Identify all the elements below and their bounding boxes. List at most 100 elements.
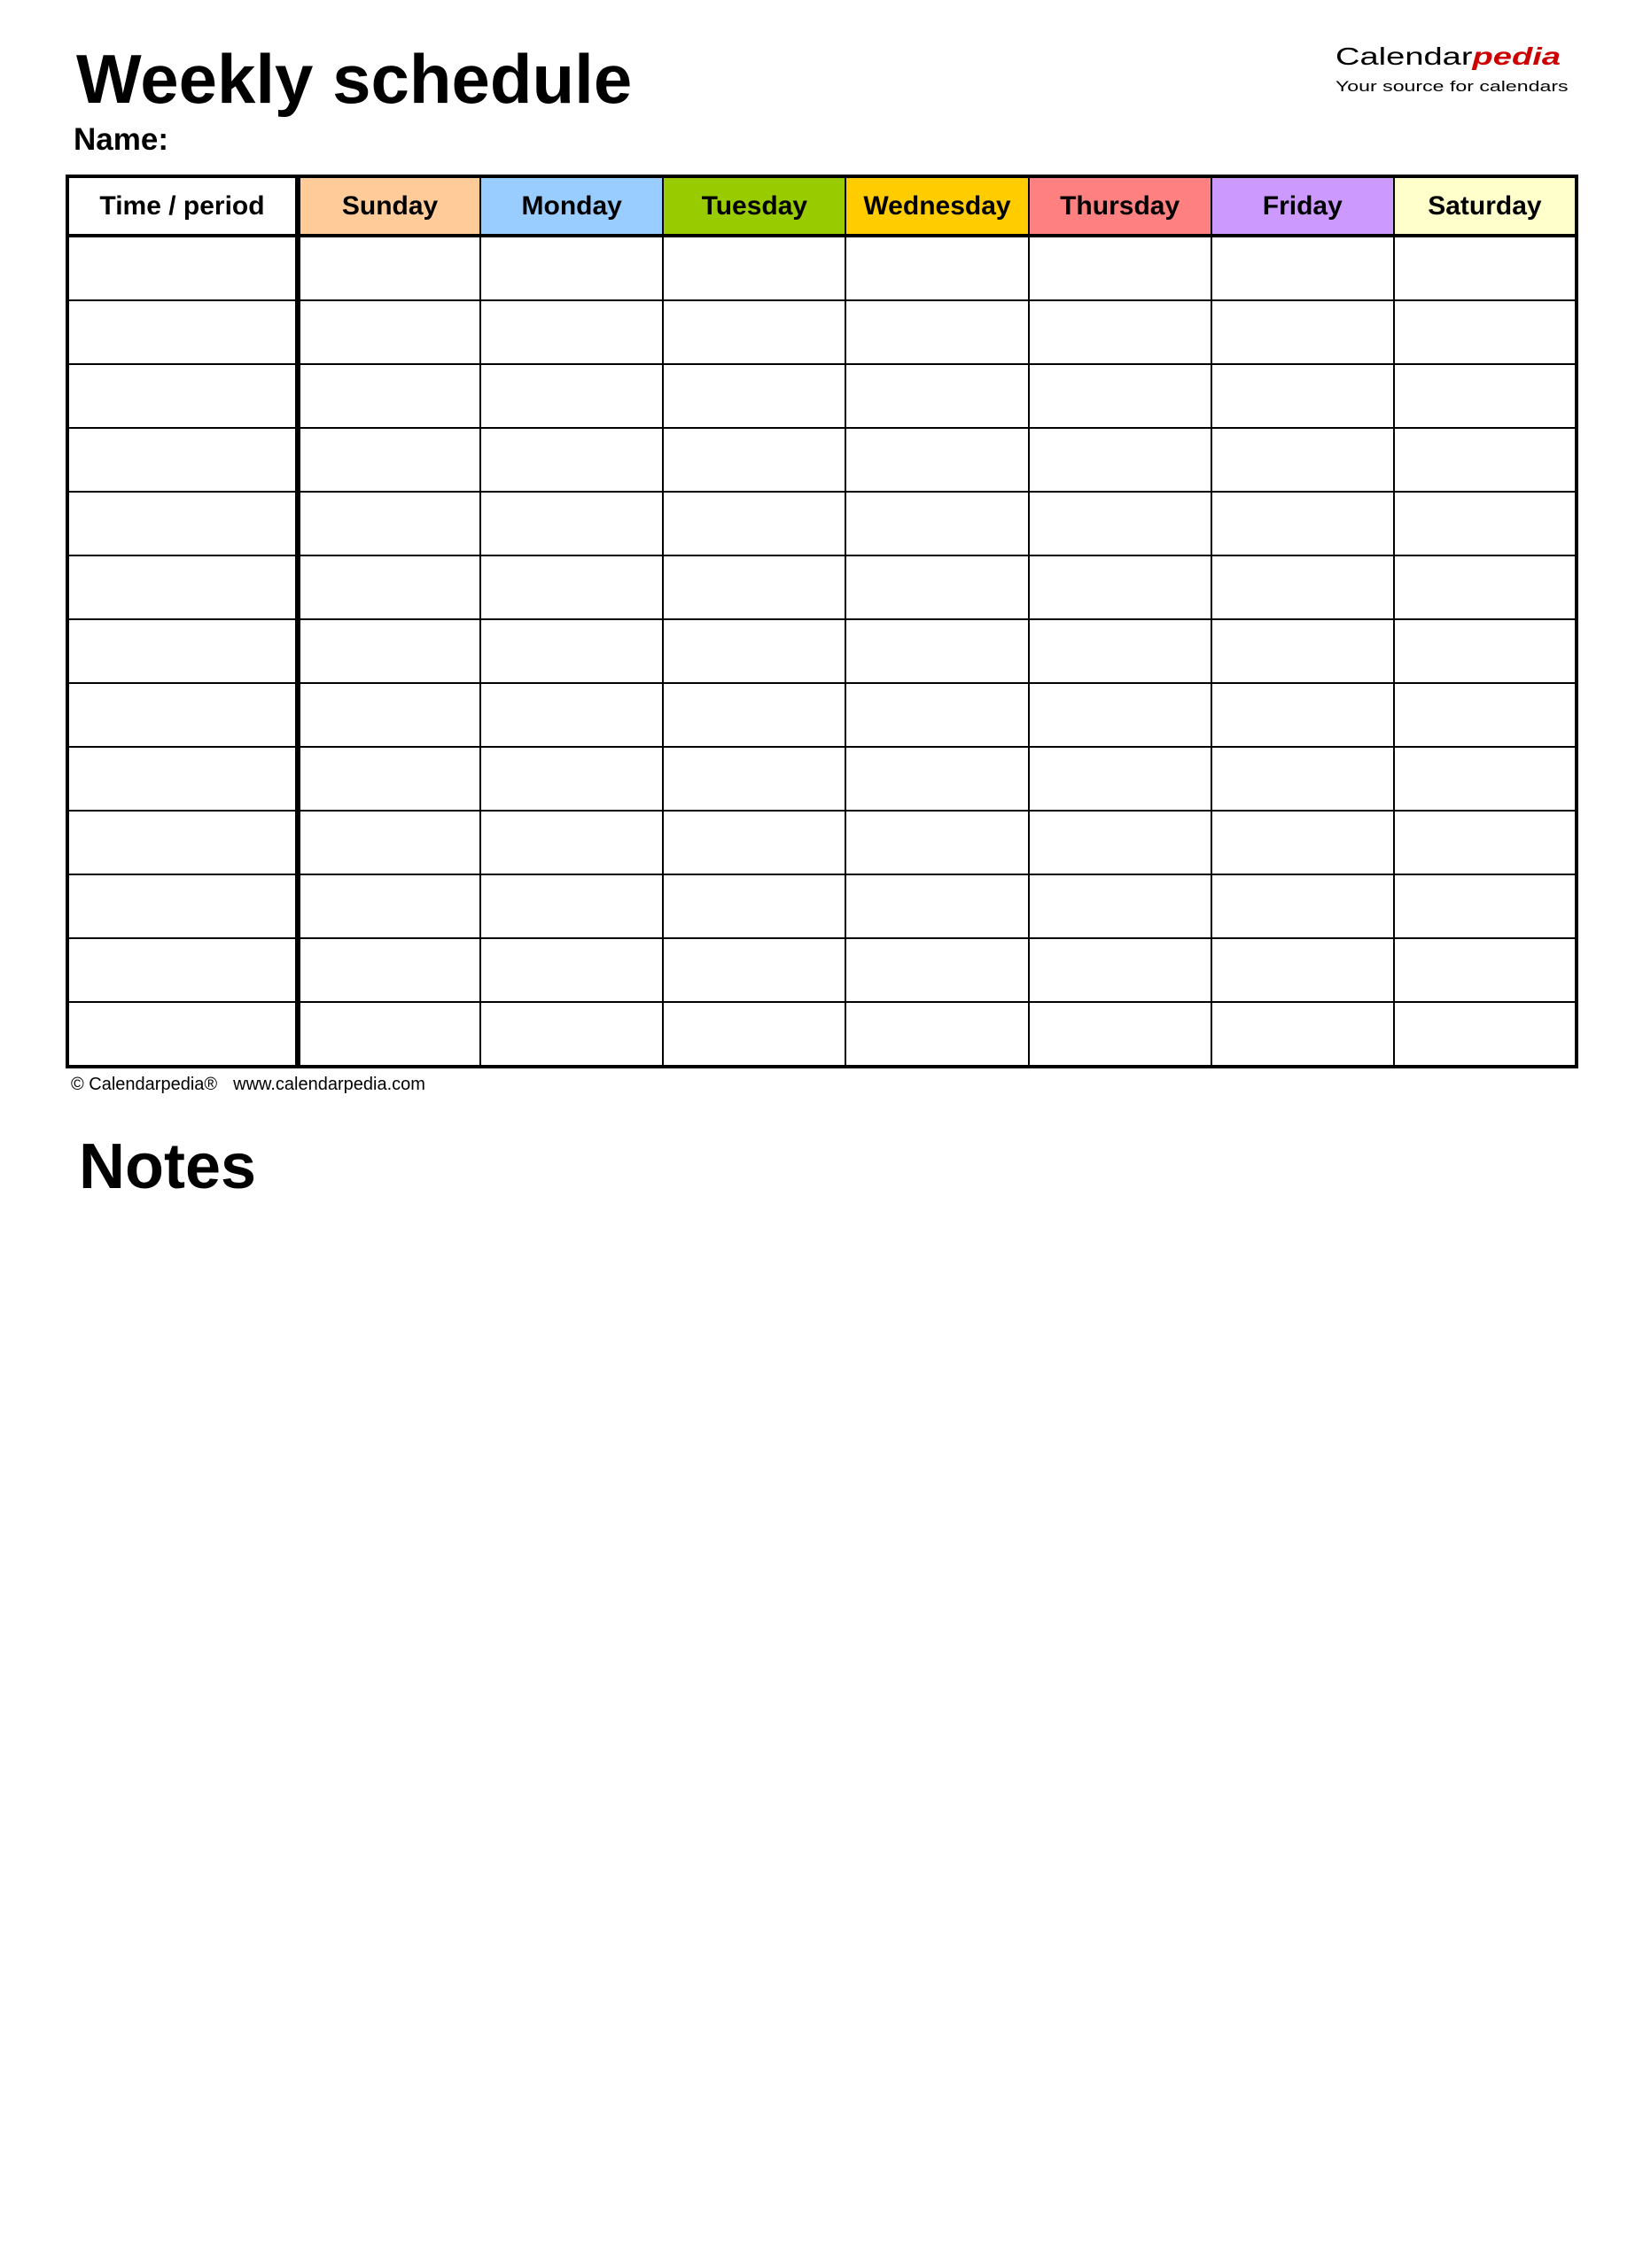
schedule-cell-wednesday[interactable] bbox=[845, 746, 1030, 812]
schedule-cell-thursday[interactable] bbox=[1027, 491, 1212, 556]
schedule-cell-saturday[interactable] bbox=[1392, 1001, 1578, 1068]
schedule-cell-thursday[interactable] bbox=[1027, 363, 1212, 429]
schedule-cell-friday[interactable] bbox=[1210, 555, 1395, 620]
website-link[interactable]: www.calendarpedia.com bbox=[233, 1075, 425, 1094]
schedule-cell-friday[interactable] bbox=[1210, 363, 1395, 429]
schedule-cell-monday[interactable] bbox=[479, 937, 665, 1003]
schedule-cell-monday[interactable] bbox=[479, 682, 665, 748]
schedule-cell-thursday[interactable] bbox=[1027, 235, 1212, 301]
time-period-cell[interactable] bbox=[66, 363, 300, 429]
schedule-cell-friday[interactable] bbox=[1210, 1001, 1395, 1068]
schedule-cell-sunday[interactable] bbox=[296, 682, 482, 748]
schedule-cell-tuesday[interactable] bbox=[662, 810, 847, 875]
schedule-cell-friday[interactable] bbox=[1210, 491, 1395, 556]
schedule-cell-friday[interactable] bbox=[1210, 235, 1395, 301]
schedule-cell-monday[interactable] bbox=[479, 618, 665, 684]
schedule-cell-sunday[interactable] bbox=[296, 235, 482, 301]
schedule-cell-thursday[interactable] bbox=[1027, 810, 1212, 875]
schedule-cell-monday[interactable] bbox=[479, 427, 665, 493]
schedule-cell-saturday[interactable] bbox=[1392, 937, 1578, 1003]
schedule-cell-wednesday[interactable] bbox=[845, 937, 1030, 1003]
schedule-cell-monday[interactable] bbox=[479, 810, 665, 875]
schedule-cell-thursday[interactable] bbox=[1027, 1001, 1212, 1068]
schedule-cell-tuesday[interactable] bbox=[662, 618, 847, 684]
schedule-cell-wednesday[interactable] bbox=[845, 363, 1030, 429]
time-period-cell[interactable] bbox=[66, 491, 300, 556]
schedule-cell-thursday[interactable] bbox=[1027, 618, 1212, 684]
schedule-cell-saturday[interactable] bbox=[1392, 618, 1578, 684]
schedule-cell-wednesday[interactable] bbox=[845, 1001, 1030, 1068]
schedule-cell-wednesday[interactable] bbox=[845, 682, 1030, 748]
schedule-cell-monday[interactable] bbox=[479, 363, 665, 429]
schedule-cell-thursday[interactable] bbox=[1027, 555, 1212, 620]
schedule-cell-wednesday[interactable] bbox=[845, 427, 1030, 493]
schedule-cell-tuesday[interactable] bbox=[662, 937, 847, 1003]
schedule-cell-wednesday[interactable] bbox=[845, 299, 1030, 365]
schedule-cell-tuesday[interactable] bbox=[662, 235, 847, 301]
schedule-cell-monday[interactable] bbox=[479, 299, 665, 365]
schedule-cell-sunday[interactable] bbox=[296, 427, 482, 493]
schedule-cell-tuesday[interactable] bbox=[662, 491, 847, 556]
schedule-cell-saturday[interactable] bbox=[1392, 427, 1578, 493]
schedule-cell-sunday[interactable] bbox=[296, 1001, 482, 1068]
schedule-cell-saturday[interactable] bbox=[1392, 555, 1578, 620]
time-period-cell[interactable] bbox=[66, 618, 300, 684]
time-period-cell[interactable] bbox=[66, 746, 300, 812]
schedule-cell-friday[interactable] bbox=[1210, 299, 1395, 365]
schedule-cell-saturday[interactable] bbox=[1392, 874, 1578, 939]
time-period-cell[interactable] bbox=[66, 1001, 300, 1068]
time-period-cell[interactable] bbox=[66, 555, 300, 620]
schedule-cell-saturday[interactable] bbox=[1392, 491, 1578, 556]
schedule-cell-thursday[interactable] bbox=[1027, 427, 1212, 493]
schedule-cell-wednesday[interactable] bbox=[845, 618, 1030, 684]
schedule-cell-wednesday[interactable] bbox=[845, 235, 1030, 301]
time-period-cell[interactable] bbox=[66, 235, 300, 301]
schedule-cell-sunday[interactable] bbox=[296, 810, 482, 875]
schedule-cell-saturday[interactable] bbox=[1392, 235, 1578, 301]
schedule-cell-thursday[interactable] bbox=[1027, 682, 1212, 748]
schedule-cell-friday[interactable] bbox=[1210, 937, 1395, 1003]
schedule-cell-wednesday[interactable] bbox=[845, 874, 1030, 939]
time-period-cell[interactable] bbox=[66, 299, 300, 365]
schedule-cell-monday[interactable] bbox=[479, 746, 665, 812]
schedule-cell-tuesday[interactable] bbox=[662, 874, 847, 939]
schedule-cell-sunday[interactable] bbox=[296, 363, 482, 429]
schedule-cell-wednesday[interactable] bbox=[845, 555, 1030, 620]
schedule-cell-wednesday[interactable] bbox=[845, 491, 1030, 556]
schedule-cell-thursday[interactable] bbox=[1027, 746, 1212, 812]
schedule-cell-monday[interactable] bbox=[479, 235, 665, 301]
schedule-cell-thursday[interactable] bbox=[1027, 874, 1212, 939]
schedule-cell-sunday[interactable] bbox=[296, 299, 482, 365]
time-period-cell[interactable] bbox=[66, 937, 300, 1003]
schedule-cell-saturday[interactable] bbox=[1392, 746, 1578, 812]
schedule-cell-sunday[interactable] bbox=[296, 746, 482, 812]
schedule-cell-saturday[interactable] bbox=[1392, 682, 1578, 748]
time-period-cell[interactable] bbox=[66, 427, 300, 493]
schedule-cell-saturday[interactable] bbox=[1392, 810, 1578, 875]
schedule-cell-tuesday[interactable] bbox=[662, 682, 847, 748]
schedule-cell-tuesday[interactable] bbox=[662, 1001, 847, 1068]
schedule-cell-tuesday[interactable] bbox=[662, 363, 847, 429]
schedule-cell-friday[interactable] bbox=[1210, 810, 1395, 875]
schedule-cell-sunday[interactable] bbox=[296, 555, 482, 620]
schedule-cell-monday[interactable] bbox=[479, 491, 665, 556]
schedule-cell-friday[interactable] bbox=[1210, 874, 1395, 939]
schedule-cell-saturday[interactable] bbox=[1392, 299, 1578, 365]
schedule-cell-sunday[interactable] bbox=[296, 491, 482, 556]
schedule-cell-monday[interactable] bbox=[479, 874, 665, 939]
time-period-cell[interactable] bbox=[66, 682, 300, 748]
schedule-cell-friday[interactable] bbox=[1210, 618, 1395, 684]
schedule-cell-thursday[interactable] bbox=[1027, 299, 1212, 365]
schedule-cell-tuesday[interactable] bbox=[662, 555, 847, 620]
time-period-cell[interactable] bbox=[66, 874, 300, 939]
schedule-cell-friday[interactable] bbox=[1210, 746, 1395, 812]
schedule-cell-thursday[interactable] bbox=[1027, 937, 1212, 1003]
schedule-cell-monday[interactable] bbox=[479, 1001, 665, 1068]
schedule-cell-sunday[interactable] bbox=[296, 937, 482, 1003]
schedule-cell-sunday[interactable] bbox=[296, 874, 482, 939]
time-period-cell[interactable] bbox=[66, 810, 300, 875]
schedule-cell-saturday[interactable] bbox=[1392, 363, 1578, 429]
schedule-cell-friday[interactable] bbox=[1210, 427, 1395, 493]
schedule-cell-tuesday[interactable] bbox=[662, 427, 847, 493]
schedule-cell-tuesday[interactable] bbox=[662, 746, 847, 812]
